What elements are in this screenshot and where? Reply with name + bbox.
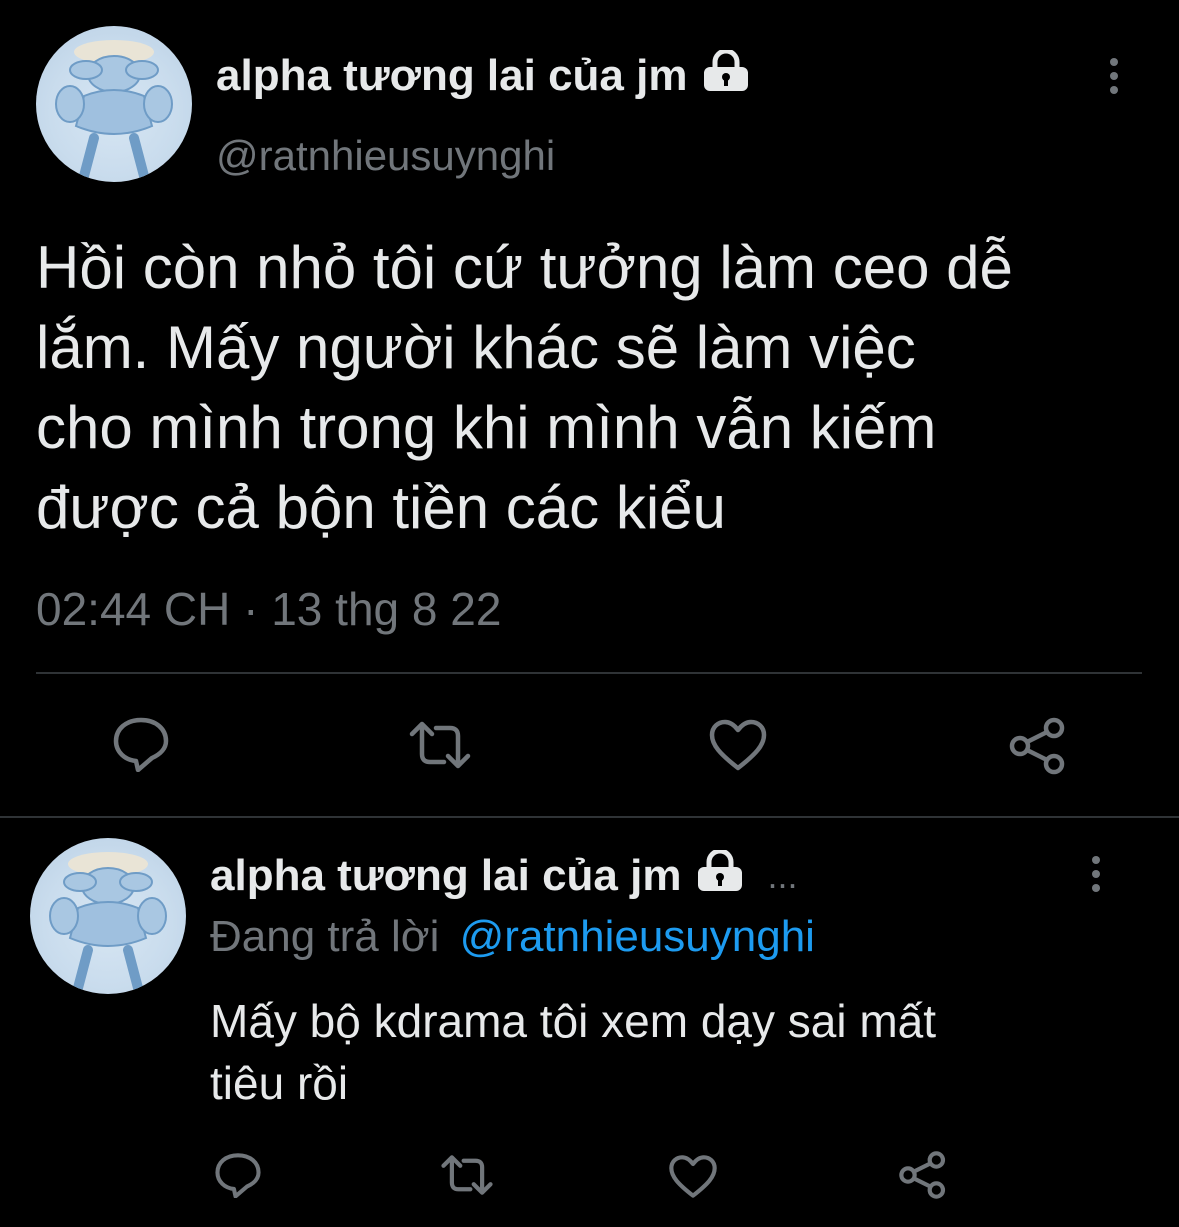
author-handle[interactable]: @ratnhieusuynghi bbox=[216, 132, 555, 180]
reply-author-name-row[interactable]: alpha tương lai của jm ... bbox=[210, 848, 798, 903]
replying-to-line: Đang trả lời @ratnhieusuynghi bbox=[210, 912, 815, 962]
reply-text-line: Mấy bộ kdrama tôi xem dạy sai mất bbox=[210, 995, 937, 1047]
reply-more-options-icon[interactable] bbox=[1088, 856, 1104, 892]
tweet-text-line: lắm. Mấy người khác sẽ làm việc bbox=[36, 314, 916, 381]
section-divider bbox=[0, 816, 1179, 818]
share-icon bbox=[899, 1151, 946, 1199]
name-truncation-ellipsis: ... bbox=[767, 855, 798, 896]
retweet-icon bbox=[441, 1155, 493, 1195]
author-avatar[interactable] bbox=[36, 26, 192, 182]
share-icon bbox=[1009, 717, 1065, 775]
reply-text-line: tiêu rồi bbox=[210, 1057, 349, 1109]
like-button[interactable] bbox=[708, 718, 768, 772]
reply-text: Mấy bộ kdrama tôi xem dạy sai mất tiêu r… bbox=[210, 990, 936, 1114]
heart-icon bbox=[709, 719, 767, 771]
reply-icon bbox=[113, 717, 169, 772]
author-name[interactable]: alpha tương lai của jm bbox=[216, 51, 687, 101]
reply-retweet-button[interactable] bbox=[440, 1154, 494, 1196]
tweet-timestamp[interactable]: 02:44 CH · 13 thg 8 22 bbox=[36, 582, 501, 636]
tweet-text: Hồi còn nhỏ tôi cứ tưởng làm ceo dễ lắm.… bbox=[36, 228, 1013, 548]
lock-icon bbox=[695, 848, 745, 903]
retweet-button[interactable] bbox=[408, 720, 472, 770]
replying-to-handle[interactable]: @ratnhieusuynghi bbox=[460, 912, 815, 961]
tweet-text-line: được cả bộn tiền các kiểu bbox=[36, 474, 726, 541]
author-name-row[interactable]: alpha tương lai của jm bbox=[216, 48, 751, 103]
replying-to-label: Đang trả lời bbox=[210, 912, 440, 961]
reply-author-name[interactable]: alpha tương lai của jm bbox=[210, 851, 681, 901]
reply-share-button[interactable] bbox=[898, 1150, 948, 1200]
share-button[interactable] bbox=[1008, 716, 1068, 776]
reply-reply-button[interactable] bbox=[214, 1152, 262, 1198]
lock-icon bbox=[701, 48, 751, 103]
retweet-icon bbox=[409, 721, 471, 769]
avatar-image bbox=[49, 852, 167, 993]
more-options-icon[interactable] bbox=[1106, 58, 1122, 94]
reply-button[interactable] bbox=[112, 716, 170, 772]
reply-like-button[interactable] bbox=[668, 1154, 718, 1199]
tweet-text-line: Hồi còn nhỏ tôi cứ tưởng làm ceo dễ bbox=[36, 234, 1013, 301]
divider bbox=[36, 672, 1142, 674]
heart-icon bbox=[669, 1155, 717, 1198]
reply-icon bbox=[215, 1153, 261, 1198]
tweet-text-line: cho mình trong khi mình vẫn kiếm bbox=[36, 394, 937, 461]
avatar-image bbox=[55, 40, 173, 181]
reply-author-avatar[interactable] bbox=[30, 838, 186, 994]
